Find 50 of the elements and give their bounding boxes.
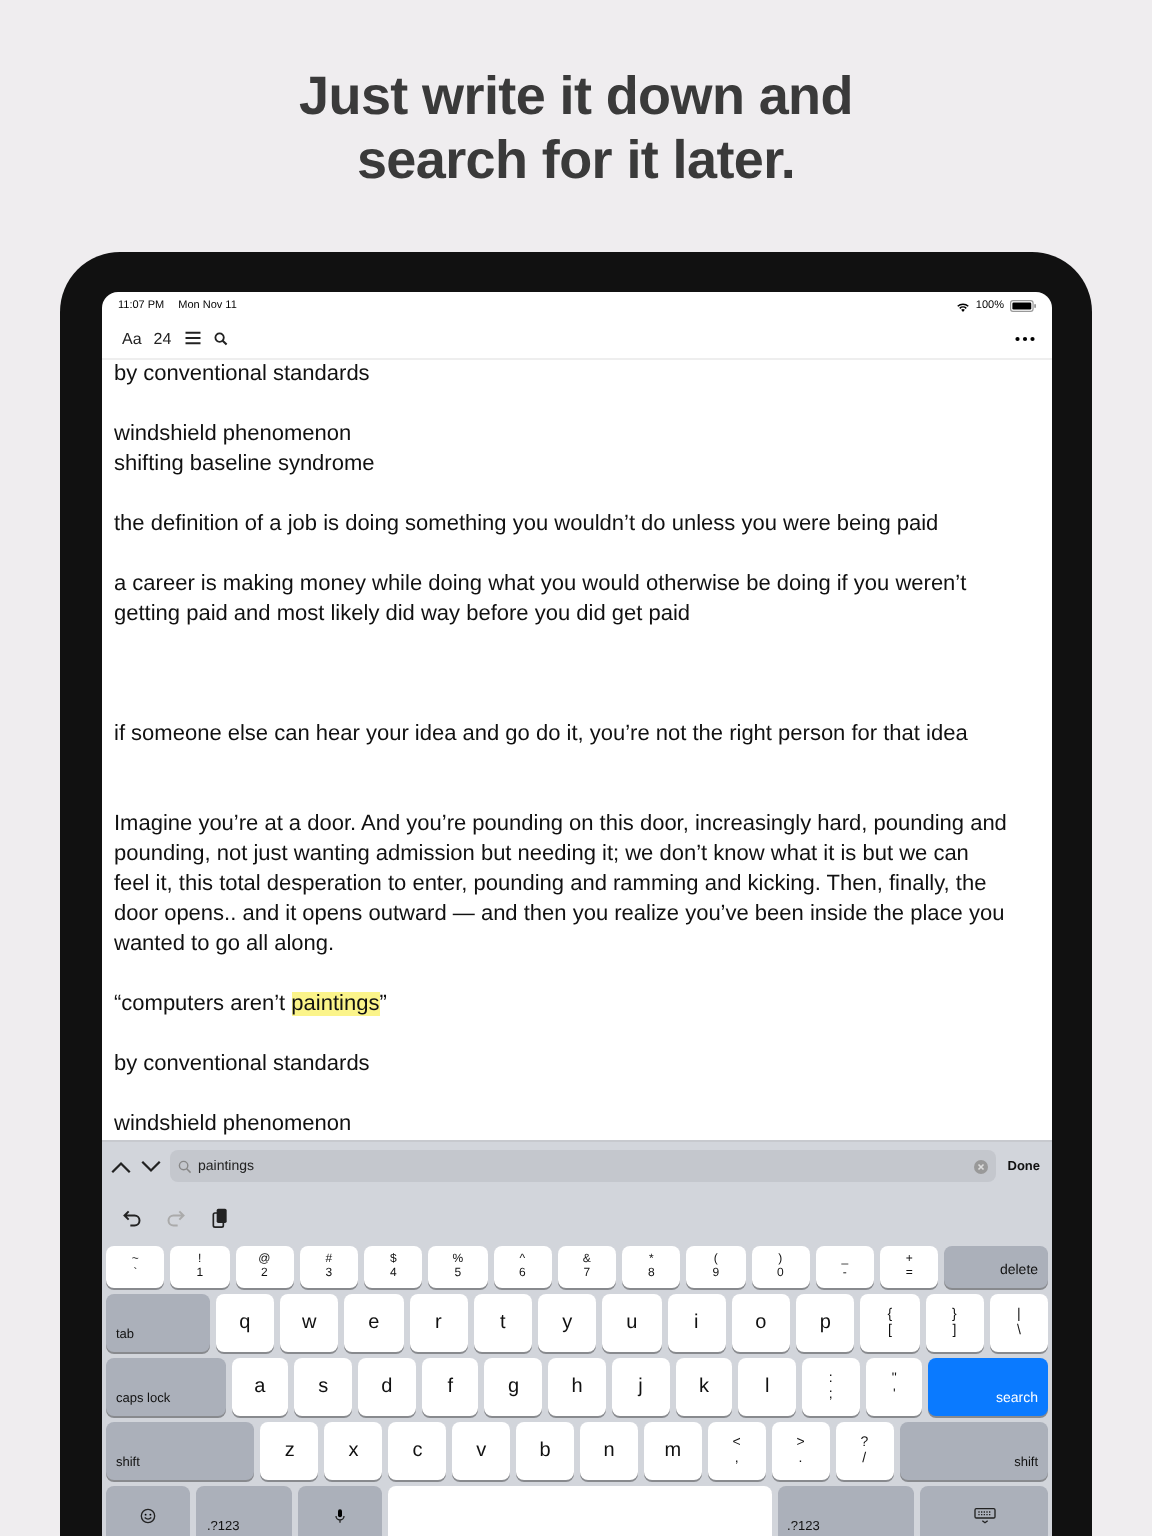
keyboard-icon [973,1507,996,1523]
note-text: a career is making money while doing what you would otherwise be doing if you weren’t getting paid and most likely did way before you did get paid [114,570,969,630]
previous-match-icon[interactable] [110,1159,132,1173]
keyboard-key[interactable]: h [548,1358,606,1416]
note-text: Imagine you’re at a door. And you’re pounding on this door, increasingly hard, pounding and pounding, not just wanting admission but needing it; we don’t know what it is but we can feel it, this total desperation to enter, pounding and ramming and kicking. Then, finally, the door opens.. and it opens outward — and then you realize you’ve been inside the place you wanted to go all along. [114,810,1008,960]
font-size-button[interactable]: 24 [153,329,172,347]
keyboard-key[interactable]: o [731,1294,791,1352]
battery-icon [1010,300,1036,312]
undo-icon[interactable] [122,1208,142,1228]
note-text: by conventional standards [114,360,372,390]
next-match-icon[interactable] [140,1159,162,1173]
keyboard-key[interactable]: b [516,1422,575,1480]
keyboard-key[interactable]: d [358,1358,416,1416]
keyboard-key[interactable]: w [280,1294,339,1352]
note-text: the definition of a job is doing something you wouldn’t do unless you were being paid [114,510,941,540]
font-button[interactable]: Aa [122,329,142,347]
keyboard-key[interactable]: z [260,1422,319,1480]
note-text: by conventional standards [114,1050,372,1080]
note-text: “computers aren’t paintings” [114,990,389,1020]
keyboard-key[interactable]: r [409,1294,468,1352]
emoji-icon [140,1507,157,1523]
keyboard-key[interactable]: t [473,1294,533,1352]
keyboard-key[interactable]: i [667,1294,726,1352]
keyboard-key[interactable]: f [421,1358,479,1416]
keyboard-key[interactable]: q [215,1294,275,1352]
keyboard-key[interactable]: k [675,1358,733,1416]
headline: Just write it down and search for it later. [299,64,853,192]
keyboard-key[interactable]: c [388,1422,447,1480]
keyboard-key[interactable]: j [611,1358,670,1416]
clipboard-icon[interactable] [210,1208,230,1228]
keyboard-key[interactable]: a [231,1358,289,1416]
more-icon[interactable] [1014,335,1036,341]
keyboard-key[interactable]: s [294,1358,352,1416]
keyboard-key[interactable]: x [324,1422,383,1480]
note-text: if someone else can hear your idea and go do it, you’re not the right person for that idea [114,720,970,750]
microphone-icon [332,1507,349,1523]
wifi-icon [955,301,970,311]
keyboard-key[interactable]: u [602,1294,662,1352]
keyboard-key[interactable]: n [580,1422,638,1480]
keyboard-key[interactable]: l [738,1358,797,1416]
note-text: windshield phenomenon shifting baseline syndrome [114,420,377,480]
keyboard-key[interactable]: g [484,1358,543,1416]
keyboard-key[interactable]: p [796,1294,855,1352]
keyboard-key[interactable]: v [452,1422,511,1480]
note-text: windshield phenomenon [114,1110,354,1140]
keyboard-key[interactable]: m [643,1422,702,1480]
keyboard-key[interactable]: e [344,1294,404,1352]
menu-icon[interactable] [183,330,202,346]
search-icon[interactable] [213,331,228,345]
keyboard-key[interactable]: y [538,1294,597,1352]
